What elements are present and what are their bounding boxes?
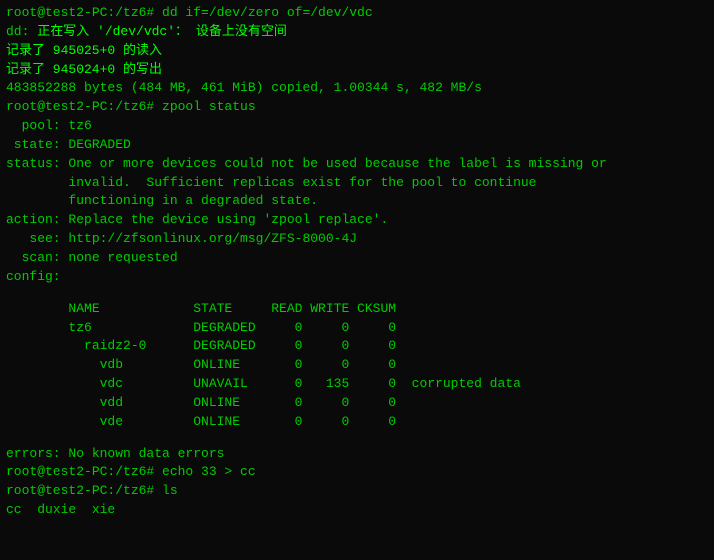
line-2: dd: 正在写入 '/dev/vdc'： 设备上没有空间 — [6, 23, 708, 42]
terminal-window[interactable]: root@test2-PC:/tz6# dd if=/dev/zero of=/… — [0, 0, 714, 560]
line-15: config: — [6, 268, 708, 287]
line-3: 记录了 945025+0 的读入 — [6, 42, 708, 61]
line-23: vde ONLINE 0 0 0 — [6, 413, 708, 432]
line-11: functioning in a degraded state. — [6, 192, 708, 211]
line-7: pool: tz6 — [6, 117, 708, 136]
line-26: root@test2-PC:/tz6# echo 33 > cc — [6, 463, 708, 482]
line-1: root@test2-PC:/tz6# dd if=/dev/zero of=/… — [6, 4, 708, 23]
line-22: vdd ONLINE 0 0 0 — [6, 394, 708, 413]
line-9: status: One or more devices could not be… — [6, 155, 708, 174]
line-8: state: DEGRADED — [6, 136, 708, 155]
blank-2 — [6, 432, 708, 445]
line-25: errors: No known data errors — [6, 445, 708, 464]
line-14: scan: none requested — [6, 249, 708, 268]
line-19: raidz2-0 DEGRADED 0 0 0 — [6, 337, 708, 356]
line-12: action: Replace the device using 'zpool … — [6, 211, 708, 230]
line-21: vdc UNAVAIL 0 135 0 corrupted data — [6, 375, 708, 394]
line-28: cc duxie xie — [6, 501, 708, 520]
line-10: invalid. Sufficient replicas exist for t… — [6, 174, 708, 193]
line-27: root@test2-PC:/tz6# ls — [6, 482, 708, 501]
line-4: 记录了 945024+0 的写出 — [6, 61, 708, 80]
line-13: see: http://zfsonlinux.org/msg/ZFS-8000-… — [6, 230, 708, 249]
line-17: NAME STATE READ WRITE CKSUM — [6, 300, 708, 319]
blank-1 — [6, 287, 708, 300]
line-18: tz6 DEGRADED 0 0 0 — [6, 319, 708, 338]
line-6: root@test2-PC:/tz6# zpool status — [6, 98, 708, 117]
line-5: 483852288 bytes (484 MB, 461 MiB) copied… — [6, 79, 708, 98]
line-20: vdb ONLINE 0 0 0 — [6, 356, 708, 375]
